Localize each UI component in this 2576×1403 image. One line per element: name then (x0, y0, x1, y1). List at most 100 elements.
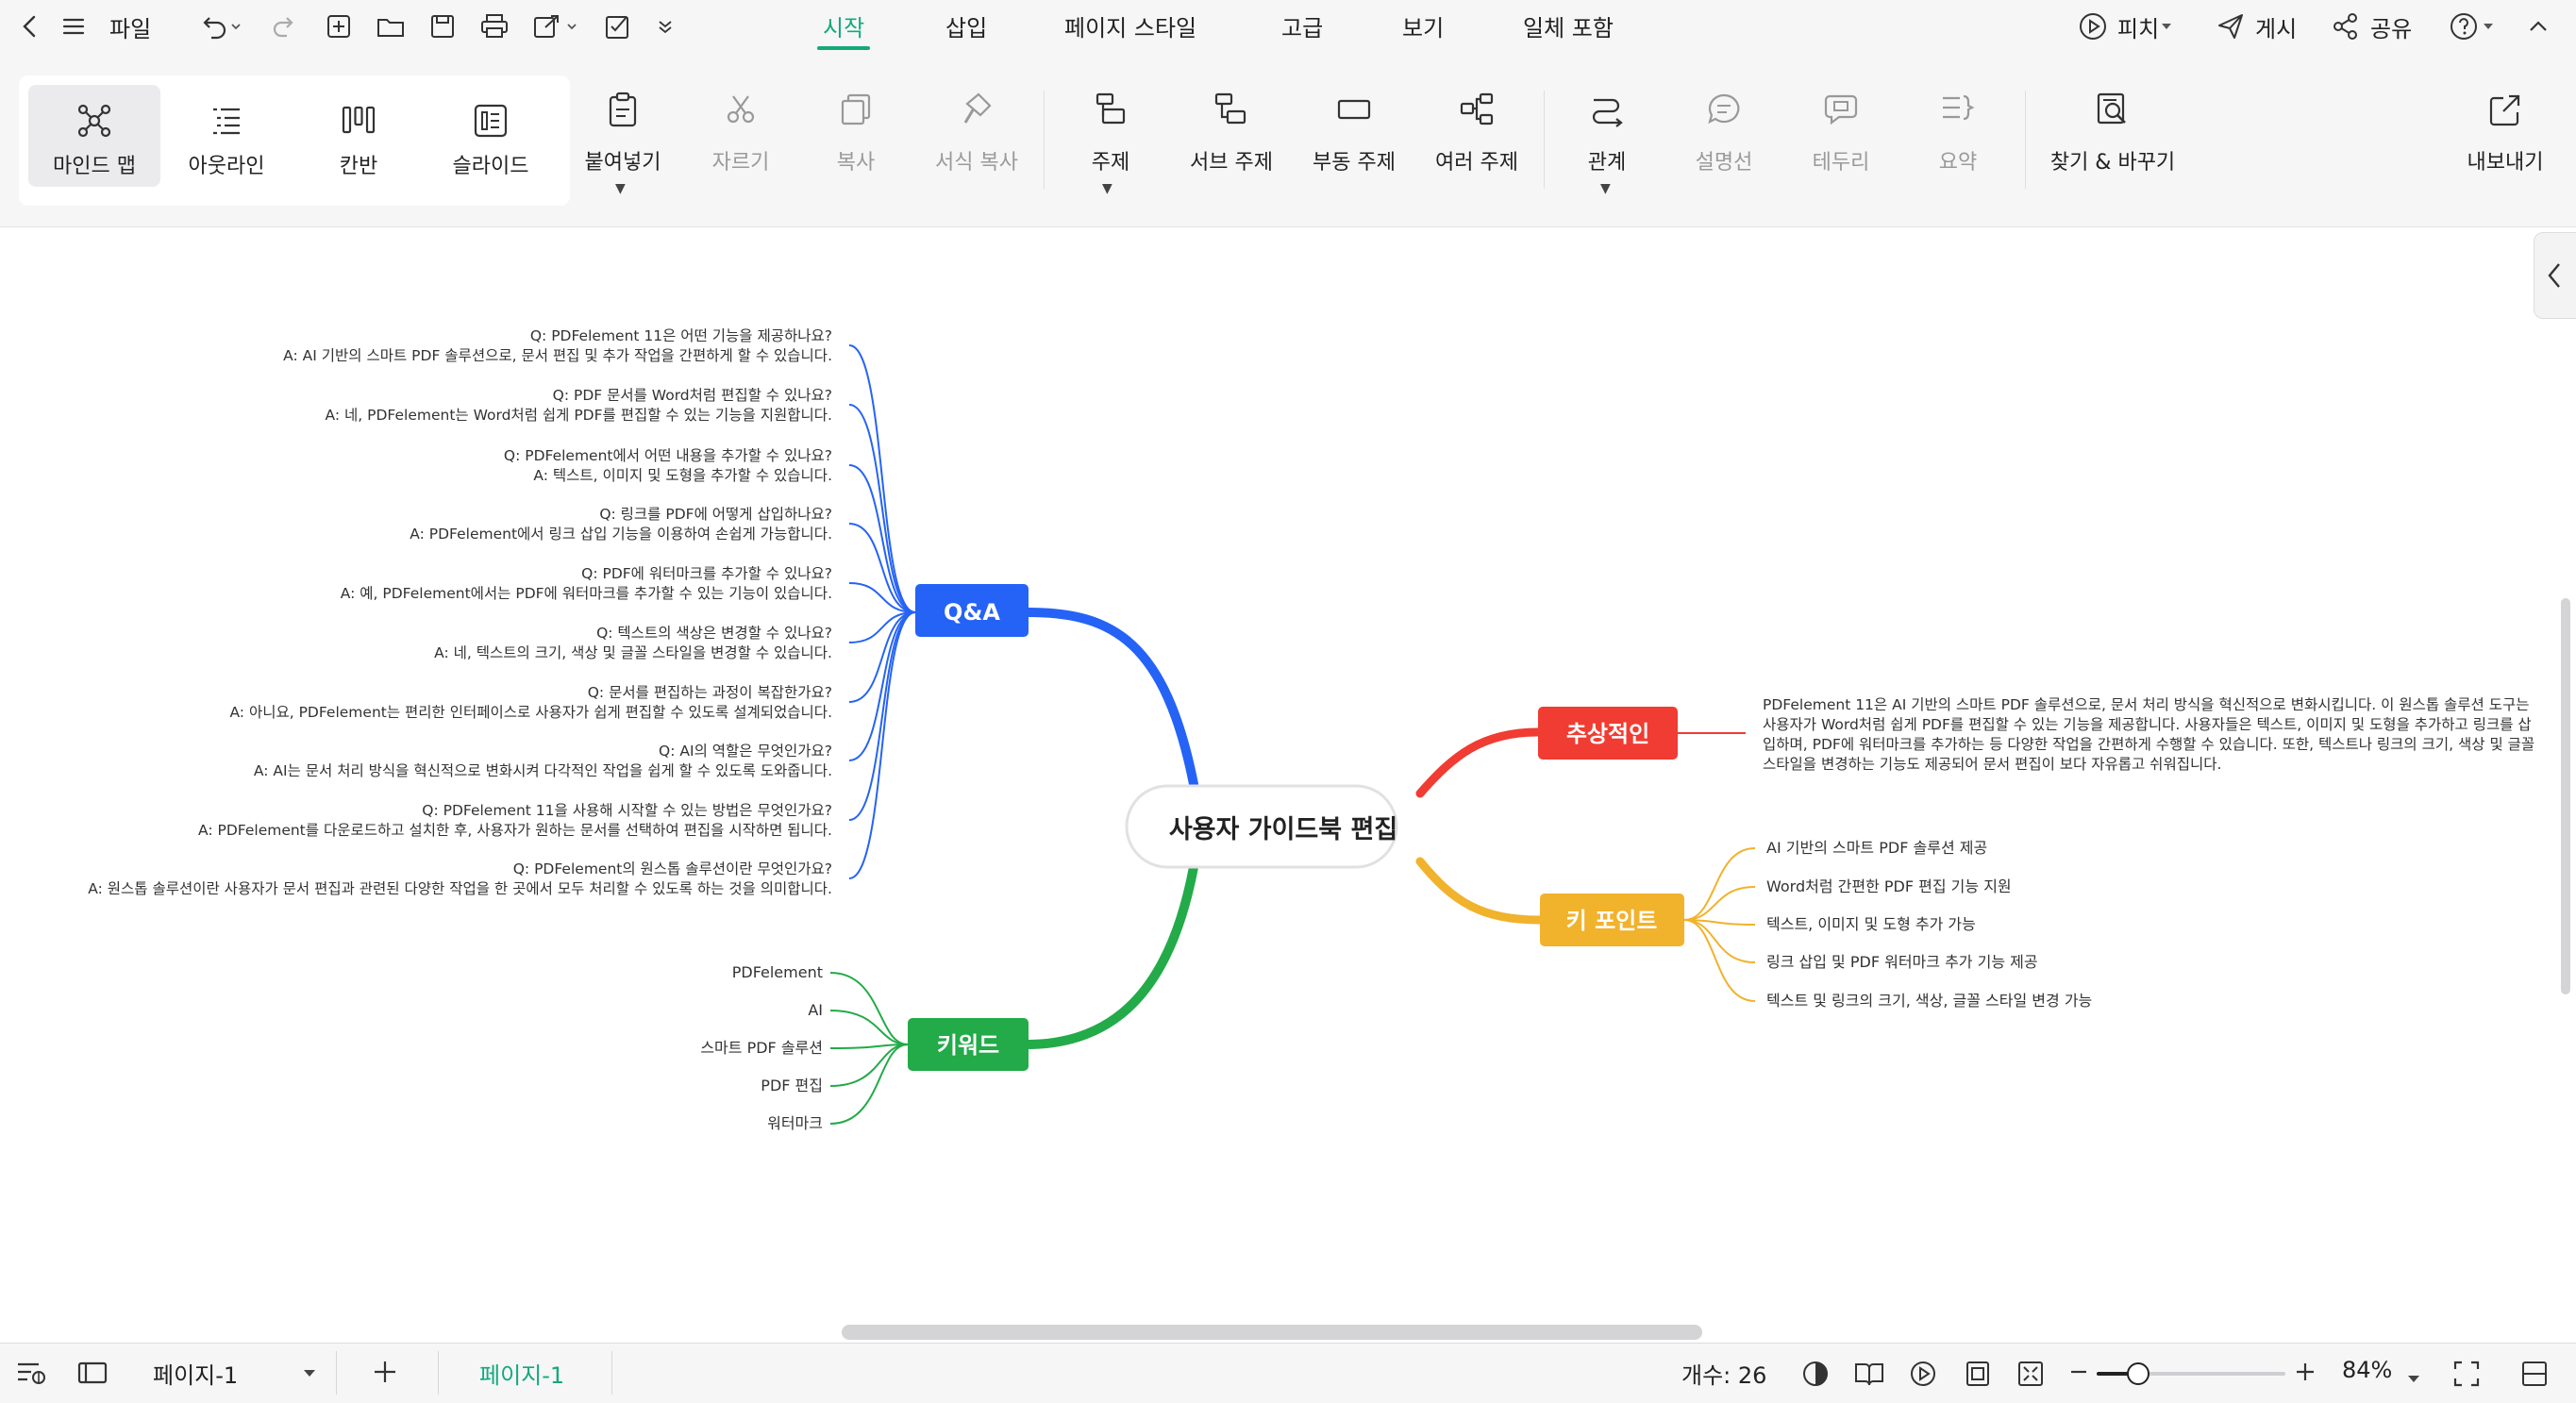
checklist-icon[interactable] (604, 9, 634, 43)
paste-button[interactable]: 붙여넣기 (578, 91, 667, 175)
ribbon-toolbar: 마인드 맵 아웃라인 칸반 슬라이드 붙여넣기 ▼ 자르기 복사 서식 복사 주… (0, 53, 2576, 227)
qa-question: Q: 문서를 편집하는 과정이 복잡한가요? (588, 684, 832, 701)
keypoint-item[interactable]: 링크 삽입 및 PDF 워터마크 추가 기능 제공 (1766, 953, 2038, 971)
keyword-item[interactable]: AI (808, 1001, 823, 1019)
export-button[interactable]: 내보내기 (2453, 91, 2557, 175)
qa-item[interactable]: Q: AI의 역할은 무엇인가요? A: AI는 문서 처리 방식을 혁신적으로 … (254, 743, 832, 779)
collapse-panel-icon[interactable] (2519, 1359, 2550, 1395)
subtopic-button[interactable]: 서브 주제 (1179, 91, 1283, 175)
zoom-dropdown-icon[interactable] (2406, 1364, 2421, 1391)
keyword-item[interactable]: 스마트 PDF 솔루션 (700, 1039, 823, 1057)
tab-insert[interactable]: 삽입 (945, 9, 987, 42)
mindmap-canvas[interactable]: 사용자 가이드북 편집 Q&A 키워드 추상적인 키 포인트 Q: PDFele… (0, 227, 2576, 1343)
multiple-topics-button[interactable]: 여러 주제 (1425, 91, 1529, 175)
pitch-button[interactable]: 피치 (2078, 9, 2174, 43)
hamburger-menu-icon[interactable] (60, 9, 87, 43)
zoom-slider[interactable] (2097, 1362, 2285, 1385)
tab-start[interactable]: 시작 (823, 9, 864, 42)
horizontal-scrollbar[interactable] (842, 1325, 1702, 1340)
redo-icon[interactable] (272, 9, 298, 43)
add-page-icon[interactable] (370, 1357, 400, 1393)
publish-button[interactable]: 게시 (2216, 9, 2297, 43)
paste-dropdown-icon[interactable]: ▼ (615, 181, 626, 196)
summary-button[interactable]: 요약 (1915, 91, 2000, 175)
page-select[interactable]: 페이지-1 (136, 1351, 325, 1395)
keyword-item[interactable]: PDF 편집 (761, 1077, 823, 1094)
relation-dropdown-icon[interactable]: ▼ (1600, 181, 1611, 196)
view-kanban-button[interactable]: 칸반 (293, 85, 425, 187)
side-panel-toggle[interactable] (2534, 232, 2576, 319)
qa-item[interactable]: Q: PDFelement 11은 어떤 기능을 제공하나요? A: AI 기반의… (283, 327, 832, 364)
fit-page-icon[interactable] (1963, 1359, 1993, 1395)
print-icon[interactable] (479, 9, 510, 43)
theme-icon[interactable] (1800, 1359, 1831, 1395)
play-circle-icon (2080, 13, 2106, 40)
cut-button[interactable]: 자르기 (698, 91, 783, 175)
keypoint-item[interactable]: 텍스트 및 링크의 크기, 색상, 글꼴 스타일 변경 가능 (1766, 992, 2092, 1010)
find-replace-button[interactable]: 찾기 & 바꾸기 (2042, 91, 2183, 175)
export-share-icon[interactable] (532, 9, 579, 43)
keypoint-item[interactable]: 텍스트, 이미지 및 도형 추가 가능 (1766, 915, 1976, 933)
topic-button[interactable]: 주제 (1068, 91, 1153, 175)
keypoint-item[interactable]: Word처럼 간편한 PDF 편집 기능 지원 (1766, 877, 2012, 895)
qa-item[interactable]: Q: PDF에 워터마크를 추가할 수 있나요? A: 예, PDFelement… (341, 565, 832, 602)
qa-answer: A: 네, 텍스트의 크기, 색상 및 글꼴 스타일을 변경할 수 있습니다. (434, 644, 832, 661)
fit-screen-icon[interactable] (2016, 1359, 2046, 1395)
back-icon[interactable] (17, 9, 43, 43)
tab-view[interactable]: 보기 (1402, 9, 1444, 42)
callout-button[interactable]: 설명선 (1681, 91, 1766, 175)
zoom-in-icon[interactable] (2291, 1357, 2319, 1393)
keywords-topic-label: 키워드 (937, 1032, 999, 1059)
abstract-line: 스타일을 변경하는 기능도 제공되어 문서 편집이 보다 자유롭고 쉬워집니다. (1763, 756, 2221, 773)
qa-item[interactable]: Q: PDFelement의 원스톱 솔루션이란 무엇인가요? A: 원스톱 솔루… (88, 860, 832, 897)
format-painter-button[interactable]: 서식 복사 (925, 91, 1029, 175)
qa-item[interactable]: Q: PDFelement에서 어떤 내용을 추가할 수 있나요? A: 텍스트,… (504, 447, 832, 484)
fullscreen-icon[interactable] (2451, 1359, 2482, 1395)
qa-item[interactable]: Q: PDFelement 11을 사용해 시작할 수 있는 방법은 무엇인가요… (198, 802, 832, 839)
keypoint-item[interactable]: AI 기반의 스마트 PDF 솔루션 제공 (1766, 839, 1987, 857)
more-dropdown-icon[interactable] (655, 9, 676, 43)
keyword-connector (829, 1044, 909, 1125)
collapse-ribbon-icon[interactable] (2525, 9, 2551, 43)
relation-button[interactable]: 관계 (1564, 91, 1649, 175)
zoom-slider-thumb[interactable] (2127, 1362, 2149, 1385)
menu-bar: 파일 시작 삽입 페이지 스타일 고급 보기 일체 포함 피치 게시 공유 (0, 0, 2576, 53)
view-mindmap-button[interactable]: 마인드 맵 (28, 85, 160, 187)
floating-topic-button[interactable]: 부동 주제 (1302, 91, 1406, 175)
boundary-icon (1824, 94, 1858, 125)
qa-item[interactable]: Q: PDF 문서를 Word처럼 편집할 수 있나요? A: 네, PDFele… (326, 387, 832, 424)
play-slideshow-icon[interactable] (1908, 1359, 1938, 1395)
tab-advanced[interactable]: 고급 (1281, 9, 1323, 42)
subtopic-icon (1214, 92, 1246, 125)
outline-icon (213, 108, 240, 135)
boundary-button[interactable]: 테두리 (1798, 91, 1883, 175)
save-icon[interactable] (428, 9, 457, 43)
zoom-out-icon[interactable] (2066, 1357, 2091, 1393)
view-slide-button[interactable]: 슬라이드 (425, 85, 557, 187)
keyword-item[interactable]: PDFelement (732, 963, 823, 981)
abstract-text[interactable]: PDFelement 11은 AI 기반의 스마트 PDF 솔루션으로, 문서 … (1763, 696, 2534, 773)
chevron-left-icon (2548, 263, 2560, 288)
help-button[interactable] (2450, 9, 2499, 43)
page-tab-active[interactable]: 페이지-1 (479, 1357, 564, 1390)
open-folder-icon[interactable] (376, 9, 406, 43)
zoom-level[interactable]: 84% (2342, 1357, 2392, 1383)
vertical-scrollbar[interactable] (2561, 598, 2570, 994)
keyword-item[interactable]: 워터마크 (767, 1114, 823, 1132)
book-view-icon[interactable] (1853, 1359, 1885, 1395)
share-button[interactable]: 공유 (2331, 9, 2412, 43)
qa-item[interactable]: Q: 링크를 PDF에 어떻게 삽입하나요? A: PDFelement에서 링크… (410, 506, 832, 543)
floating-topic-icon (1337, 99, 1371, 120)
new-file-icon[interactable] (325, 9, 353, 43)
copy-button[interactable]: 복사 (813, 91, 898, 175)
view-outline-button[interactable]: 아웃라인 (160, 85, 293, 187)
tab-page-style[interactable]: 페이지 스타일 (1064, 9, 1196, 42)
panel-layout-icon[interactable] (75, 1359, 109, 1393)
tab-all-in-one[interactable]: 일체 포함 (1523, 9, 1614, 42)
topic-dropdown-icon[interactable]: ▼ (1102, 181, 1112, 196)
undo-icon[interactable] (198, 9, 243, 43)
page-list-icon[interactable] (15, 1359, 49, 1393)
file-menu[interactable]: 파일 (109, 9, 151, 43)
qa-item[interactable]: Q: 텍스트의 색상은 변경할 수 있나요? A: 네, 텍스트의 크기, 색상 … (434, 625, 832, 661)
qa-item[interactable]: Q: 문서를 편집하는 과정이 복잡한가요? A: 아니요, PDFelement… (229, 684, 832, 721)
